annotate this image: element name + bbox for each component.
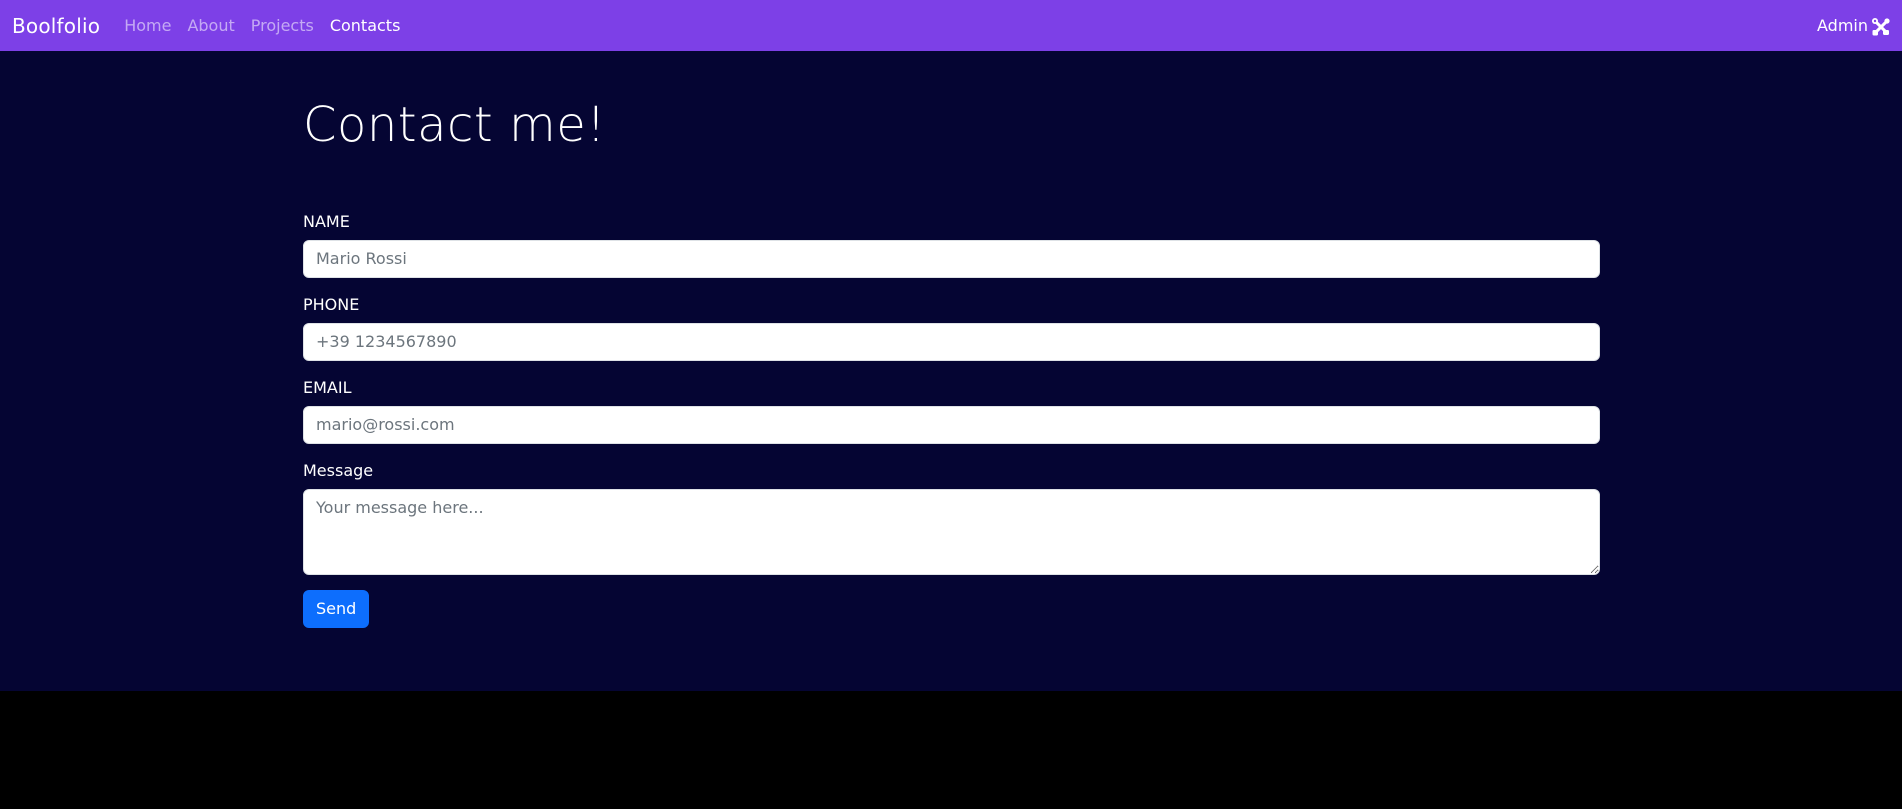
nav-link-about[interactable]: About [187, 16, 234, 35]
main-content: Contact me! NAME PHONE EMAIL Message Sen… [0, 51, 1902, 691]
send-button[interactable]: Send [303, 589, 370, 628]
admin-link[interactable]: Admin [1817, 16, 1868, 35]
email-field-group: EMAIL [303, 378, 1600, 444]
nav-link-projects[interactable]: Projects [251, 16, 314, 35]
email-input[interactable] [303, 405, 1600, 444]
page-bottom-area [0, 691, 1902, 809]
page-title: Contact me! [303, 97, 607, 153]
phone-field-group: PHONE [303, 295, 1600, 361]
admin-area: Admin [1817, 16, 1890, 36]
phone-label: PHONE [303, 294, 360, 314]
contact-container: Contact me! NAME PHONE EMAIL Message Sen… [303, 51, 1600, 628]
email-label: EMAIL [303, 377, 352, 397]
name-field-group: NAME [303, 212, 1600, 278]
message-textarea[interactable] [303, 488, 1600, 575]
message-field-group: Message [303, 461, 1600, 575]
message-label: Message [303, 460, 374, 480]
tools-icon[interactable] [1872, 17, 1890, 36]
brand-link[interactable]: Boolfolio [12, 14, 100, 38]
nav-link-home[interactable]: Home [124, 16, 171, 35]
phone-input[interactable] [303, 322, 1600, 361]
top-navbar: Boolfolio Home About Projects Contacts A… [0, 0, 1902, 51]
contact-form: NAME PHONE EMAIL Message Send [303, 212, 1600, 628]
nav-link-contacts[interactable]: Contacts [330, 16, 401, 35]
name-label: NAME [303, 211, 350, 231]
nav-links: Home About Projects Contacts [124, 16, 416, 35]
name-input[interactable] [303, 239, 1600, 278]
